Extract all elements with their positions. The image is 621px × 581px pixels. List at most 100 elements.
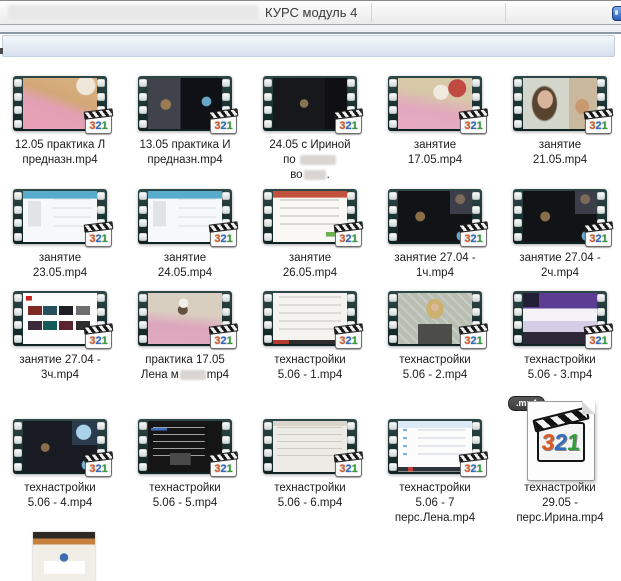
badge-digits: 321 bbox=[211, 463, 236, 476]
film-hole bbox=[514, 79, 522, 87]
badge-digit: 1 bbox=[227, 335, 233, 347]
file-name-label: технастройки5.06 - 3.mp4 bbox=[498, 353, 621, 383]
badge-digits: 321 bbox=[586, 120, 611, 133]
file-name-line: занятие 27.04 - bbox=[0, 353, 122, 368]
file-name-label: технастройки5.06 - 7перс.Лена.mp4 bbox=[373, 481, 497, 526]
file-name-text: технастройки bbox=[399, 482, 470, 494]
film-hole bbox=[472, 93, 480, 101]
explorer-window: { "header": { "title": "КУРС модуль 4", … bbox=[0, 0, 621, 580]
video-file-thumbnail[interactable]: 321 bbox=[513, 189, 607, 244]
file-name-label: технастройки5.06 - 2.mp4 bbox=[373, 353, 497, 383]
video-file-thumbnail[interactable]: 321 bbox=[513, 76, 607, 131]
file-name-line: технастройки bbox=[0, 481, 122, 496]
video-file-thumbnail[interactable]: 321 bbox=[263, 291, 357, 346]
badge-digits: 321 bbox=[586, 233, 611, 246]
video-file-thumbnail[interactable]: 321 bbox=[513, 291, 607, 346]
film-hole bbox=[222, 79, 230, 87]
file-grid: 32112.05 практика Лпредназн.mp432113.05 … bbox=[0, 58, 621, 581]
mpc-321-badge-icon: 321 bbox=[460, 327, 487, 349]
video-file-thumbnail[interactable]: 321 bbox=[388, 189, 482, 244]
video-file-thumbnail[interactable]: 321 bbox=[388, 419, 482, 474]
film-strip-holes bbox=[14, 192, 23, 241]
film-hole bbox=[139, 449, 147, 457]
film-hole bbox=[514, 93, 522, 101]
video-file-thumbnail[interactable]: 321 bbox=[388, 291, 482, 346]
film-hole bbox=[514, 294, 522, 302]
film-hole bbox=[389, 106, 397, 114]
badge-digit: 1 bbox=[477, 233, 483, 245]
toolbar[interactable] bbox=[2, 35, 615, 57]
app-icon[interactable] bbox=[612, 6, 621, 21]
file-name-text: занятие 27.04 - bbox=[519, 252, 600, 264]
file-name-line: предназн.mp4 bbox=[123, 153, 247, 168]
video-file-thumbnail[interactable]: 321 bbox=[13, 189, 107, 244]
film-hole bbox=[472, 294, 480, 302]
video-file-thumbnail[interactable]: 321 bbox=[13, 419, 107, 474]
film-hole bbox=[514, 321, 522, 329]
file-name-text: 12.05 практика Л bbox=[15, 139, 105, 151]
video-file-thumbnail[interactable]: 321 bbox=[138, 291, 232, 346]
badge-digit: 1 bbox=[602, 233, 608, 245]
film-strip-holes bbox=[264, 79, 273, 128]
film-strip-holes bbox=[14, 294, 23, 343]
file-name-text: 5.06 - 6.mp4 bbox=[278, 497, 343, 509]
mpc-321-badge-icon: 321 bbox=[335, 225, 362, 247]
badge-digits: 321 bbox=[86, 233, 111, 246]
film-hole bbox=[139, 335, 147, 343]
mpc-321-badge-icon: 321 bbox=[460, 225, 487, 247]
video-file-thumbnail[interactable]: 321 bbox=[138, 189, 232, 244]
file-name-text: Лена м bbox=[141, 369, 179, 381]
video-file-thumbnail[interactable]: 321 bbox=[263, 189, 357, 244]
file-name-text: практика 17.05 bbox=[145, 354, 225, 366]
film-hole bbox=[139, 106, 147, 114]
file-name-line: занятие 27.04 - bbox=[373, 251, 497, 266]
film-hole bbox=[389, 79, 397, 87]
video-file-thumbnail[interactable]: 321 bbox=[263, 76, 357, 131]
film-hole bbox=[139, 93, 147, 101]
film-hole bbox=[389, 120, 397, 128]
file-name-text: 5.06 - 3.mp4 bbox=[528, 369, 593, 381]
film-hole bbox=[222, 422, 230, 430]
film-hole bbox=[347, 308, 355, 316]
video-file-thumbnail[interactable]: 321 bbox=[388, 76, 482, 131]
film-hole bbox=[264, 294, 272, 302]
film-hole bbox=[222, 294, 230, 302]
file-name-text: занятие bbox=[39, 252, 81, 264]
video-file-thumbnail[interactable]: 321 bbox=[13, 76, 107, 131]
badge-digit: 1 bbox=[102, 120, 108, 132]
film-strip-holes bbox=[264, 422, 273, 471]
film-hole bbox=[597, 308, 605, 316]
video-file-thumbnail[interactable]: 321 bbox=[263, 419, 357, 474]
video-file-thumbnail[interactable]: 321 bbox=[13, 291, 107, 346]
badge-digit: 1 bbox=[477, 463, 483, 475]
badge-digit: 1 bbox=[102, 233, 108, 245]
video-file-thumbnail[interactable]: 321 bbox=[138, 419, 232, 474]
badge-digits: 321 bbox=[336, 335, 361, 348]
file-name-line: во. bbox=[248, 168, 372, 183]
mpc-321-badge-icon: 321 bbox=[210, 455, 237, 477]
film-hole bbox=[97, 422, 105, 430]
file-name-label: занятие 27.04 -1ч.mp4 bbox=[373, 251, 497, 281]
file-name-line: 5.06 - 4.mp4 bbox=[0, 496, 122, 511]
loading-thumbnail[interactable] bbox=[33, 532, 95, 581]
file-name-text: занятие bbox=[289, 252, 331, 264]
file-name-text: 24.05 с Ириной bbox=[269, 139, 350, 151]
mpc-file-icon[interactable]: 321 bbox=[527, 401, 595, 481]
badge-digits: 321 bbox=[211, 233, 236, 246]
file-name-text: 24.05.mp4 bbox=[158, 267, 212, 279]
file-name-line: 24.05 с Ириной bbox=[248, 138, 372, 153]
film-hole bbox=[389, 321, 397, 329]
film-hole bbox=[139, 422, 147, 430]
address-redacted-area bbox=[8, 5, 258, 20]
badge-digit: 1 bbox=[477, 120, 483, 132]
film-hole bbox=[97, 294, 105, 302]
video-file-thumbnail[interactable]: 321 bbox=[138, 76, 232, 131]
film-hole bbox=[472, 422, 480, 430]
film-strip-holes bbox=[264, 192, 273, 241]
file-name-line: технастройки bbox=[373, 481, 497, 496]
film-strip-holes bbox=[139, 422, 148, 471]
film-hole bbox=[597, 192, 605, 200]
film-hole bbox=[347, 93, 355, 101]
film-hole bbox=[14, 463, 22, 471]
film-hole bbox=[97, 308, 105, 316]
